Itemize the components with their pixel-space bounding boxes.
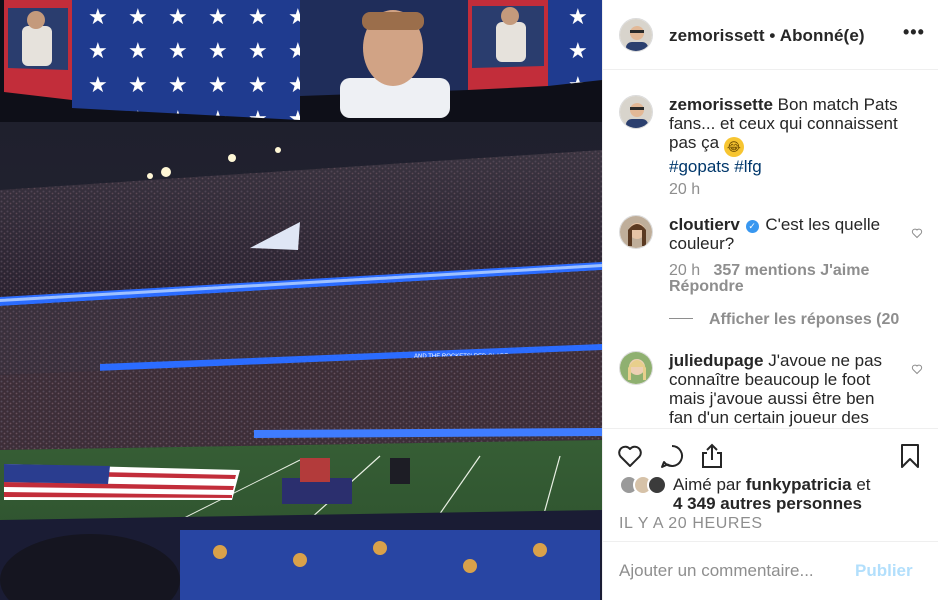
view-replies-button[interactable]: Afficher les réponses (20 <box>669 311 938 331</box>
author-username[interactable]: zemorissett <box>669 26 765 45</box>
replies-divider <box>669 318 693 319</box>
comment-likes[interactable]: 357 mentions J'aime <box>713 262 869 279</box>
post-header: zemorissett • Abonné(e) ••• <box>603 0 938 70</box>
comment-text-block: juliedupage J'avoue ne pas connaître bea… <box>669 351 901 427</box>
liker-avatars <box>619 475 671 497</box>
comments-list[interactable]: zemorissette Bon match Pats fans... et c… <box>603 71 938 427</box>
bookmark-icon[interactable] <box>897 443 923 469</box>
caption-time[interactable]: 20 h <box>669 181 700 199</box>
post-sidebar: zemorissett • Abonné(e) ••• zemorissette… <box>602 0 938 600</box>
like-comment-heart-icon[interactable] <box>911 363 923 375</box>
more-options-icon[interactable]: ••• <box>903 22 925 43</box>
caption-avatar[interactable] <box>619 95 653 129</box>
hashtag-gopats[interactable]: #gopats <box>669 157 730 176</box>
comment-time[interactable]: 20 h <box>669 262 700 279</box>
post-actions: Aimé par funkypatricia et 4 349 autres p… <box>603 428 938 540</box>
liked-by-username[interactable]: funkypatricia <box>746 475 852 494</box>
like-heart-icon[interactable] <box>617 443 643 469</box>
comment-bubble-icon[interactable] <box>659 443 685 469</box>
laughing-emoji-icon: 😂 <box>723 137 744 157</box>
share-icon[interactable] <box>699 443 725 469</box>
header-separator: • <box>769 26 776 45</box>
view-replies-label: Afficher les réponses (20 <box>709 311 900 328</box>
post-photo[interactable]: ★ <box>0 0 602 600</box>
comment-meta: 20 h 357 mentions J'aime Répondre <box>669 263 889 295</box>
comment-username[interactable]: cloutierv <box>669 215 740 234</box>
caption-username[interactable]: zemorissette <box>669 95 773 114</box>
hashtag-lfg[interactable]: #lfg <box>734 157 761 176</box>
author-avatar[interactable] <box>619 18 653 52</box>
reply-button[interactable]: Répondre <box>669 278 744 295</box>
follow-status-button[interactable]: Abonné(e) <box>780 26 865 45</box>
like-comment-heart-icon[interactable] <box>911 227 923 239</box>
liker-avatar <box>647 475 667 495</box>
stadium-image: ★ <box>0 0 602 600</box>
comment-text-block: cloutierv ✓ C'est les quelle couleur? <box>669 215 901 253</box>
caption-text-block: zemorissette Bon match Pats fans... et c… <box>669 95 901 176</box>
comment-username[interactable]: juliedupage <box>669 351 763 370</box>
post-timestamp[interactable]: IL Y A 20 HEURES <box>619 515 763 533</box>
publish-button[interactable]: Publier <box>855 561 913 581</box>
liked-by-prefix: Aimé par <box>673 475 742 494</box>
comment-input[interactable] <box>619 558 849 584</box>
liked-by-and: et <box>856 475 871 494</box>
verified-badge-icon: ✓ <box>745 220 759 233</box>
add-comment-bar: Publier <box>603 541 938 600</box>
other-likers-link[interactable]: 4 349 autres personnes <box>673 494 862 513</box>
instagram-post: ★ <box>0 0 938 600</box>
commenter-avatar[interactable] <box>619 215 653 249</box>
commenter-avatar[interactable] <box>619 351 653 385</box>
